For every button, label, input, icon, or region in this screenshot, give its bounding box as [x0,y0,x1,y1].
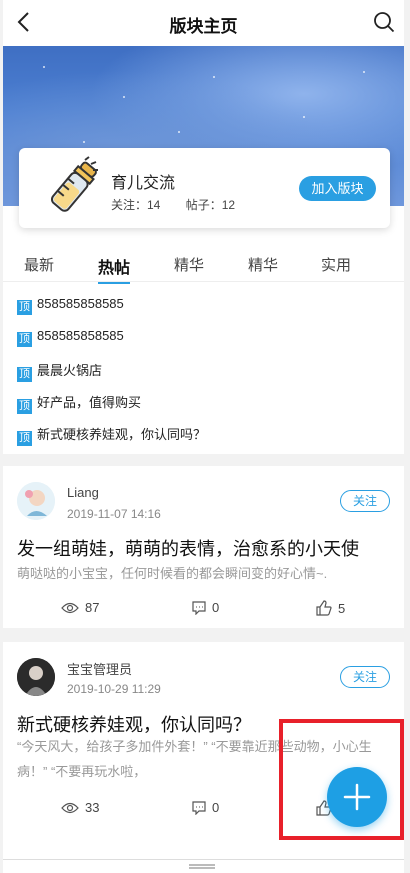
search-icon[interactable] [372,10,396,34]
post-author: Liang [67,485,99,500]
post-card[interactable]: Liang 2019-11-07 14:16 关注 发一组萌娃，萌萌的表情，治愈… [3,466,404,628]
pinned-item[interactable]: 顶 858585858585 [17,296,124,318]
views-count: 33 [61,800,99,815]
tab-latest[interactable]: 最新 [24,254,54,275]
pinned-item[interactable]: 顶 858585858585 [17,328,124,350]
post-excerpt: 萌哒哒的小宝宝，任何时候看的都会瞬间变的好心情~. [17,566,328,581]
comment-icon [192,801,206,816]
tab-hot[interactable]: 热帖 [98,254,131,284]
post-author: 宝宝管理员 [67,662,133,677]
drag-handle[interactable] [189,864,215,869]
pinned-badge: 顶 [17,332,32,347]
join-board-button[interactable]: 加入版块 [299,176,376,201]
board-info-card: 育儿交流 关注：14 帖子：12 加入版块 [19,148,390,228]
pinned-item[interactable]: 顶新式硬核养娃观，你认同吗？ [17,424,206,446]
views-count: 87 [61,600,99,615]
section-divider [3,628,404,642]
post-time: 2019-11-07 14:16 [67,507,161,521]
avatar [17,658,55,696]
avatar [17,482,55,520]
likes-count[interactable]: 5 [316,600,345,616]
pinned-badge: 顶 [17,300,32,315]
thumbs-up-icon [316,600,332,616]
post-time: 2019-10-29 11:29 [67,682,161,696]
comments-count[interactable]: 0 [192,800,219,816]
pinned-badge: 顶 [17,399,32,414]
tab-practical[interactable]: 实用 [321,254,351,275]
pinned-item[interactable]: 顶晨晨火锅店 [17,360,102,382]
highlight-box [279,719,404,840]
page-title: 版块主页 [169,17,238,36]
board-stats: 关注：14 帖子：12 [111,196,257,213]
tab-featured-2[interactable]: 精华 [248,254,278,275]
tab-featured[interactable]: 精华 [174,254,204,275]
tab-bar: 最新 热帖 精华 精华 实用 [3,248,404,284]
baby-bottle-icon [50,156,98,212]
eye-icon [61,802,79,814]
active-tab-underline [98,282,131,284]
section-divider [3,454,404,466]
post-title: 发一组萌娃，萌萌的表情，治愈系的小天使 [17,539,359,559]
comment-icon [192,601,206,616]
comments-count[interactable]: 0 [192,600,219,616]
pinned-badge: 顶 [17,367,32,382]
follow-button[interactable]: 关注 [340,490,390,512]
post-count: 帖子：12 [185,198,236,212]
board-name: 育儿交流 [111,175,176,192]
eye-icon [61,602,79,614]
pinned-item[interactable]: 顶好产品，值得购买 [17,392,141,414]
bottom-edge [3,840,404,860]
follow-button[interactable]: 关注 [340,666,390,688]
top-bar: 版块主页 [3,0,404,46]
follow-count: 关注：14 [111,198,161,212]
pinned-badge: 顶 [17,431,32,446]
